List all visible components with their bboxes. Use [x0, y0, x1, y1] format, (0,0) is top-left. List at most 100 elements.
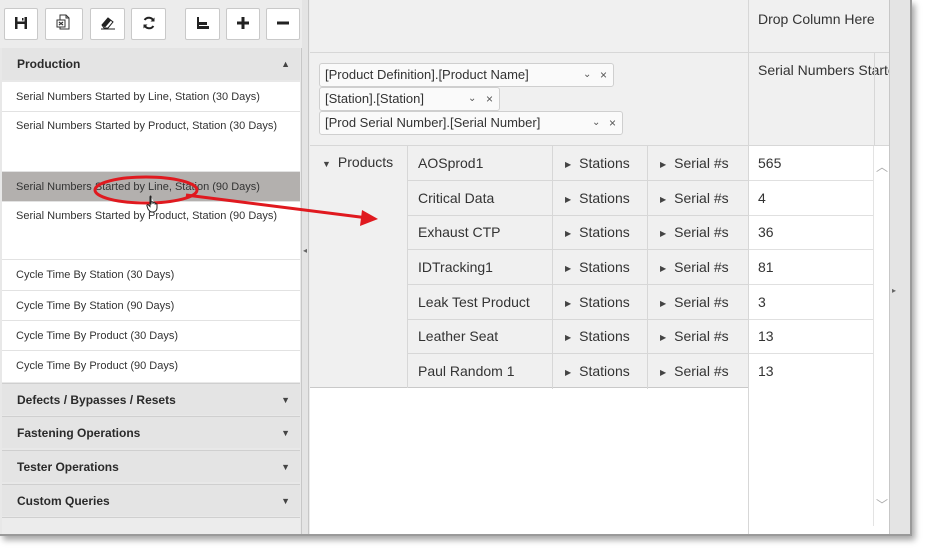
expand-arrow-icon[interactable]: ▶	[660, 264, 666, 273]
chevron-down-icon[interactable]: ⌄	[592, 112, 600, 134]
table-row: AOSprod1 ▶ Stations ▶ Serial #s	[408, 146, 748, 181]
product-name: Exhaust CTP	[408, 215, 553, 250]
stations-expander[interactable]: ▶ Stations	[553, 146, 648, 181]
serials-label: Serial #s	[674, 155, 729, 171]
table-row: IDTracking1 ▶ Stations ▶ Serial #s	[408, 250, 748, 285]
export-excel-button[interactable]	[45, 8, 83, 40]
left-splitter[interactable]: ◂	[302, 0, 309, 534]
serials-expander[interactable]: ▶ Serial #s	[648, 250, 748, 285]
collapse-left-icon[interactable]: ◂	[303, 246, 307, 255]
serials-expander[interactable]: ▶ Serial #s	[648, 181, 748, 216]
data-cell[interactable]: 13	[749, 319, 874, 354]
expand-arrow-icon[interactable]: ▶	[660, 333, 666, 342]
accordion-header-tester[interactable]: Tester Operations ▼	[2, 450, 300, 482]
sidebar-footer	[2, 517, 300, 534]
clear-button[interactable]	[90, 8, 125, 40]
data-cell[interactable]: 565	[749, 146, 874, 181]
expand-arrow-icon[interactable]: ▶	[660, 160, 666, 169]
eraser-icon	[100, 14, 116, 35]
data-cell[interactable]: 3	[749, 285, 874, 320]
stations-expander[interactable]: ▶ Stations	[553, 250, 648, 285]
measure-header[interactable]: Serial Numbers Started	[748, 53, 889, 146]
close-icon[interactable]: ×	[486, 88, 493, 110]
accordion-header-custom-queries[interactable]: Custom Queries ▼	[2, 484, 300, 516]
accordion-header-label: Fastening Operations	[17, 426, 141, 440]
row-field-label: [Station].[Station]	[325, 91, 425, 106]
accordion-header-label: Production	[17, 57, 81, 71]
table-row: Paul Random 1 ▶ Stations ▶ Serial #s	[408, 354, 748, 389]
layout-button[interactable]	[185, 8, 220, 40]
stations-label: Stations	[579, 224, 630, 240]
scroll-down-icon[interactable]: ﹀	[876, 496, 888, 513]
save-button[interactable]	[4, 8, 38, 40]
expand-arrow-icon[interactable]: ▶	[565, 160, 571, 169]
serials-expander[interactable]: ▶ Serial #s	[648, 354, 748, 389]
products-header[interactable]: ▼ Products	[310, 146, 408, 388]
serials-expander[interactable]: ▶ Serial #s	[648, 215, 748, 250]
close-icon[interactable]: ×	[609, 112, 616, 134]
stations-expander[interactable]: ▶ Stations	[553, 319, 648, 354]
data-cell[interactable]: 13	[749, 354, 874, 389]
stations-expander[interactable]: ▶ Stations	[553, 181, 648, 216]
stations-expander[interactable]: ▶ Stations	[553, 354, 648, 389]
table-row: Leak Test Product ▶ Stations ▶ Serial #s	[408, 285, 748, 320]
expand-right-icon[interactable]: ▸	[892, 286, 896, 295]
serials-label: Serial #s	[674, 363, 729, 379]
expand-arrow-icon[interactable]: ▶	[660, 299, 666, 308]
minus-icon	[276, 14, 290, 35]
expand-arrow-icon[interactable]: ▶	[660, 229, 666, 238]
row-field-label: [Product Definition].[Product Name]	[325, 67, 529, 82]
chevron-down-icon[interactable]: ⌄	[583, 64, 591, 86]
serials-label: Serial #s	[674, 294, 729, 310]
row-field-chip[interactable]: [Prod Serial Number].[Serial Number] ⌄ ×	[319, 111, 623, 135]
scroll-up-icon[interactable]: ︿	[876, 158, 888, 175]
remove-button[interactable]	[266, 8, 300, 40]
application-window: Production ▲ Serial Numbers Started by L…	[0, 0, 912, 536]
accordion-header-label: Defects / Bypasses / Resets	[17, 393, 176, 407]
data-cells: 565 4 36 81 3 13 13	[748, 146, 874, 389]
stations-expander[interactable]: ▶ Stations	[553, 285, 648, 320]
list-item[interactable]: Cycle Time By Product (90 Days)	[2, 351, 300, 382]
list-item[interactable]: Cycle Time By Station (90 Days)	[2, 291, 300, 321]
product-name: Critical Data	[408, 181, 553, 216]
expand-arrow-icon[interactable]: ▶	[565, 333, 571, 342]
expand-arrow-icon[interactable]: ▶	[660, 195, 666, 204]
add-button[interactable]	[226, 8, 260, 40]
stations-label: Stations	[579, 190, 630, 206]
vertical-scrollbar[interactable]: ︿ ﹀	[873, 146, 889, 526]
accordion-header-production[interactable]: Production ▲	[2, 48, 300, 80]
serials-expander[interactable]: ▶ Serial #s	[648, 146, 748, 181]
accordion-header-defects[interactable]: Defects / Bypasses / Resets ▼	[2, 383, 300, 415]
list-item[interactable]: Serial Numbers Started by Product, Stati…	[2, 112, 300, 172]
expand-arrow-icon[interactable]: ▶	[565, 368, 571, 377]
right-splitter[interactable]: ▸	[889, 0, 910, 534]
accordion-header-fastening[interactable]: Fastening Operations ▼	[2, 416, 300, 448]
expand-arrow-icon[interactable]: ▶	[565, 229, 571, 238]
report-sidebar: Production ▲ Serial Numbers Started by L…	[0, 0, 302, 534]
list-item[interactable]: Serial Numbers Started by Line, Station …	[2, 82, 300, 112]
data-cell[interactable]: 36	[749, 215, 874, 250]
close-icon[interactable]: ×	[600, 64, 607, 86]
chevron-down-icon: ▼	[281, 395, 290, 405]
expand-arrow-icon[interactable]: ▶	[565, 264, 571, 273]
chevron-down-icon: ▼	[281, 428, 290, 438]
row-field-chip[interactable]: [Product Definition].[Product Name] ⌄ ×	[319, 63, 614, 87]
serials-label: Serial #s	[674, 259, 729, 275]
chevron-down-icon[interactable]: ⌄	[468, 88, 476, 110]
list-item[interactable]: Cycle Time By Product (30 Days)	[2, 321, 300, 351]
row-field-chip[interactable]: [Station].[Station] ⌄ ×	[319, 87, 500, 111]
collapse-arrow-icon[interactable]: ▼	[322, 159, 331, 169]
expand-arrow-icon[interactable]: ▶	[565, 195, 571, 204]
expand-arrow-icon[interactable]: ▶	[565, 299, 571, 308]
product-name: AOSprod1	[408, 146, 553, 181]
expand-arrow-icon[interactable]: ▶	[660, 368, 666, 377]
table-row: Leather Seat ▶ Stations ▶ Serial #s	[408, 319, 748, 354]
refresh-button[interactable]	[131, 8, 166, 40]
stations-expander[interactable]: ▶ Stations	[553, 215, 648, 250]
column-drop-zone[interactable]: Drop Column Here	[748, 0, 889, 53]
data-cell[interactable]: 4	[749, 181, 874, 216]
serials-expander[interactable]: ▶ Serial #s	[648, 285, 748, 320]
list-item[interactable]: Cycle Time By Station (30 Days)	[2, 260, 300, 291]
data-cell[interactable]: 81	[749, 250, 874, 285]
serials-expander[interactable]: ▶ Serial #s	[648, 319, 748, 354]
